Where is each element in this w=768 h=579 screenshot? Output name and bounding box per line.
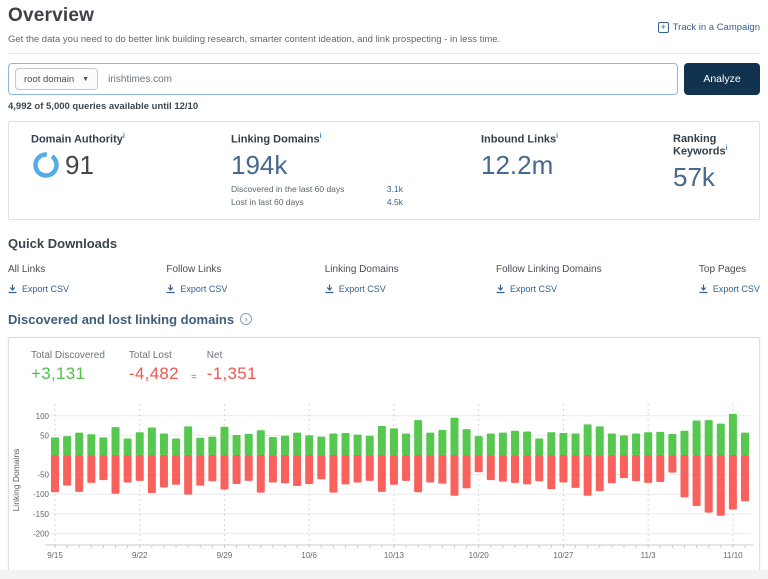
track-in-campaign-label: Track in a Campaign xyxy=(672,22,760,33)
chart-section-title: Discovered and lost linking domains › xyxy=(8,312,760,327)
svg-text:11/10: 11/10 xyxy=(723,551,743,560)
plus-icon: + xyxy=(657,22,669,33)
export-csv-follow-links[interactable]: Export CSV xyxy=(166,284,227,294)
svg-text:-200: -200 xyxy=(33,529,50,538)
search-input[interactable] xyxy=(108,73,671,85)
chevron-down-icon: ▼ xyxy=(82,75,90,83)
net-value: -1,351 xyxy=(206,363,257,383)
chart-stats-row: Total Discovered +3,131 Total Lost -4,48… xyxy=(9,338,759,390)
scope-dropdown-value: root domain xyxy=(24,73,75,85)
svg-text:-150: -150 xyxy=(33,509,50,518)
svg-text:-100: -100 xyxy=(33,490,50,499)
header-divider xyxy=(8,53,760,54)
track-in-campaign-link[interactable]: + Track in a Campaign xyxy=(657,22,760,33)
download-icon xyxy=(8,284,17,293)
footer-strip xyxy=(0,570,768,579)
inbound-links-label: Inbound Links xyxy=(481,133,557,146)
svg-text:10/27: 10/27 xyxy=(553,551,574,560)
export-csv-all-links[interactable]: Export CSV xyxy=(8,284,69,294)
export-csv-linking-domains[interactable]: Export CSV xyxy=(325,284,399,294)
svg-text:100: 100 xyxy=(36,411,50,420)
lost-60d-label: Lost in last 60 days xyxy=(231,196,304,207)
discovered-60d-label: Discovered in the last 60 days xyxy=(231,183,345,194)
svg-text:11/3: 11/3 xyxy=(641,551,657,560)
query-quota-text: 4,992 of 5,000 queries available until 1… xyxy=(8,101,199,112)
qd-top-pages: Top Pages Export CSV xyxy=(699,264,760,294)
svg-text:Linking Domains: Linking Domains xyxy=(11,448,21,511)
metric-domain-authority: Domain Authorityi 91 xyxy=(31,133,231,207)
inbound-links-value: 12.2m xyxy=(481,149,554,180)
info-icon[interactable]: i xyxy=(320,133,322,140)
info-icon[interactable]: i xyxy=(556,133,558,140)
linking-domains-bar-chart[interactable]: 100 50 -50 -100 -150 -200 9/15 9/22 9/29 10/6 10/1… xyxy=(9,390,759,565)
linking-domains-value: 194k xyxy=(231,149,288,180)
qd-all-links: All Links Export CSV xyxy=(8,264,69,294)
qd-follow-linking-domains: Follow Linking Domains Export CSV xyxy=(496,264,602,294)
qd-top-pages-label: Top Pages xyxy=(698,263,747,275)
qd-linking-domains: Linking Domains Export CSV xyxy=(325,264,399,294)
page-subtitle: Get the data you need to do better link … xyxy=(8,34,501,45)
export-csv-top-pages[interactable]: Export CSV xyxy=(699,284,760,294)
stat-total-lost: Total Lost -4,482 xyxy=(129,350,179,384)
download-icon xyxy=(166,284,175,293)
page-title: Overview xyxy=(8,5,95,26)
metric-ranking-keywords: Ranking Keywordsi 57k xyxy=(673,133,759,207)
stat-total-discovered: Total Discovered +3,131 xyxy=(31,350,105,384)
info-icon[interactable]: i xyxy=(726,145,728,152)
total-lost-label: Total Lost xyxy=(128,349,172,361)
qd-linking-domains-label: Linking Domains xyxy=(324,263,399,275)
export-csv-follow-linking-domains[interactable]: Export CSV xyxy=(496,284,602,294)
discovered-60d-row: Discovered in the last 60 days 3.1k xyxy=(231,184,403,194)
svg-text:50: 50 xyxy=(40,431,49,440)
chart-card: Total Discovered +3,131 Total Lost -4,48… xyxy=(8,336,760,579)
lost-60d-value[interactable]: 4.5k xyxy=(387,197,403,207)
quick-downloads-row: All Links Export CSV Follow Links Export… xyxy=(8,264,760,294)
download-icon xyxy=(699,284,708,293)
total-discovered-label: Total Discovered xyxy=(31,349,105,361)
scope-dropdown[interactable]: root domain ▼ xyxy=(15,68,99,90)
info-icon[interactable]: i xyxy=(123,133,125,140)
linking-domains-label: Linking Domains xyxy=(231,133,320,146)
qd-all-links-label: All Links xyxy=(8,263,46,275)
svg-text:10/20: 10/20 xyxy=(469,551,490,560)
svg-text:9/29: 9/29 xyxy=(217,551,233,560)
domain-authority-value: 91 xyxy=(65,149,94,180)
download-icon xyxy=(496,284,505,293)
search-row: root domain ▼ Analyze xyxy=(8,63,760,95)
svg-text:-50: -50 xyxy=(37,470,49,479)
analyze-button[interactable]: Analyze xyxy=(684,63,760,95)
equals-sign: = xyxy=(190,371,197,383)
domain-authority-label: Domain Authority xyxy=(31,133,123,146)
circled-chevron-icon[interactable]: › xyxy=(240,313,253,326)
ranking-keywords-value: 57k xyxy=(673,161,715,192)
lost-60d-row: Lost in last 60 days 4.5k xyxy=(231,197,403,207)
link-explorer-overview-page: Overview Get the data you need to do bet… xyxy=(0,0,768,579)
svg-text:9/15: 9/15 xyxy=(47,551,63,560)
download-icon xyxy=(325,284,334,293)
svg-text:10/6: 10/6 xyxy=(301,551,317,560)
qd-follow-links: Follow Links Export CSV xyxy=(166,264,227,294)
stat-net: Net -1,351 xyxy=(207,350,257,384)
svg-text:10/13: 10/13 xyxy=(384,551,405,560)
discovered-60d-value[interactable]: 3.1k xyxy=(387,184,403,194)
qd-follow-linking-domains-label: Follow Linking Domains xyxy=(495,263,602,275)
search-box: root domain ▼ xyxy=(8,63,678,95)
quick-downloads-title: Quick Downloads xyxy=(8,235,118,251)
metric-linking-domains: Linking Domainsi 194k Discovered in the … xyxy=(231,133,481,207)
metric-inbound-links: Inbound Linksi 12.2m xyxy=(481,133,673,207)
net-label: Net xyxy=(206,349,223,361)
domain-authority-gauge xyxy=(33,152,59,178)
ranking-keywords-label: Ranking Keywords xyxy=(673,133,726,158)
total-discovered-value: +3,131 xyxy=(31,363,86,383)
svg-text:9/22: 9/22 xyxy=(132,551,148,560)
qd-follow-links-label: Follow Links xyxy=(166,263,222,275)
total-lost-value: -4,482 xyxy=(128,363,179,383)
metrics-card: Domain Authorityi 91 Linking Domainsi 19… xyxy=(8,121,760,220)
page-header: Overview Get the data you need to do bet… xyxy=(8,0,760,54)
